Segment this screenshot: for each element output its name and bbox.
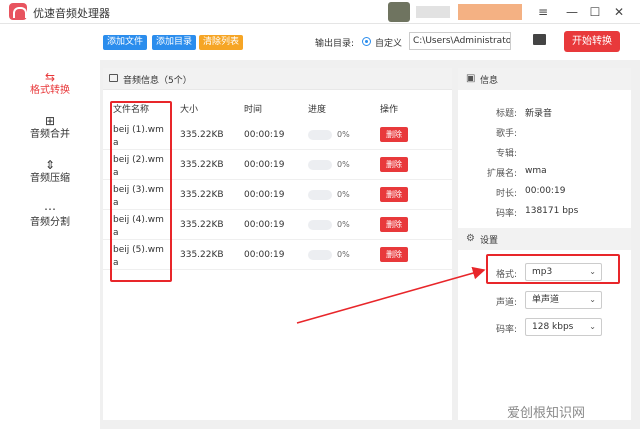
annotation-arrow [296,266,486,324]
watermark-text: 爱创根知识网 [507,406,586,421]
app-window: 优速音频处理器 ≡ — ☐ ✕ ⇆ 格式转换 ⊞ 音频合并 ⇕ 音频压缩 ⋯ 音… [0,0,640,429]
